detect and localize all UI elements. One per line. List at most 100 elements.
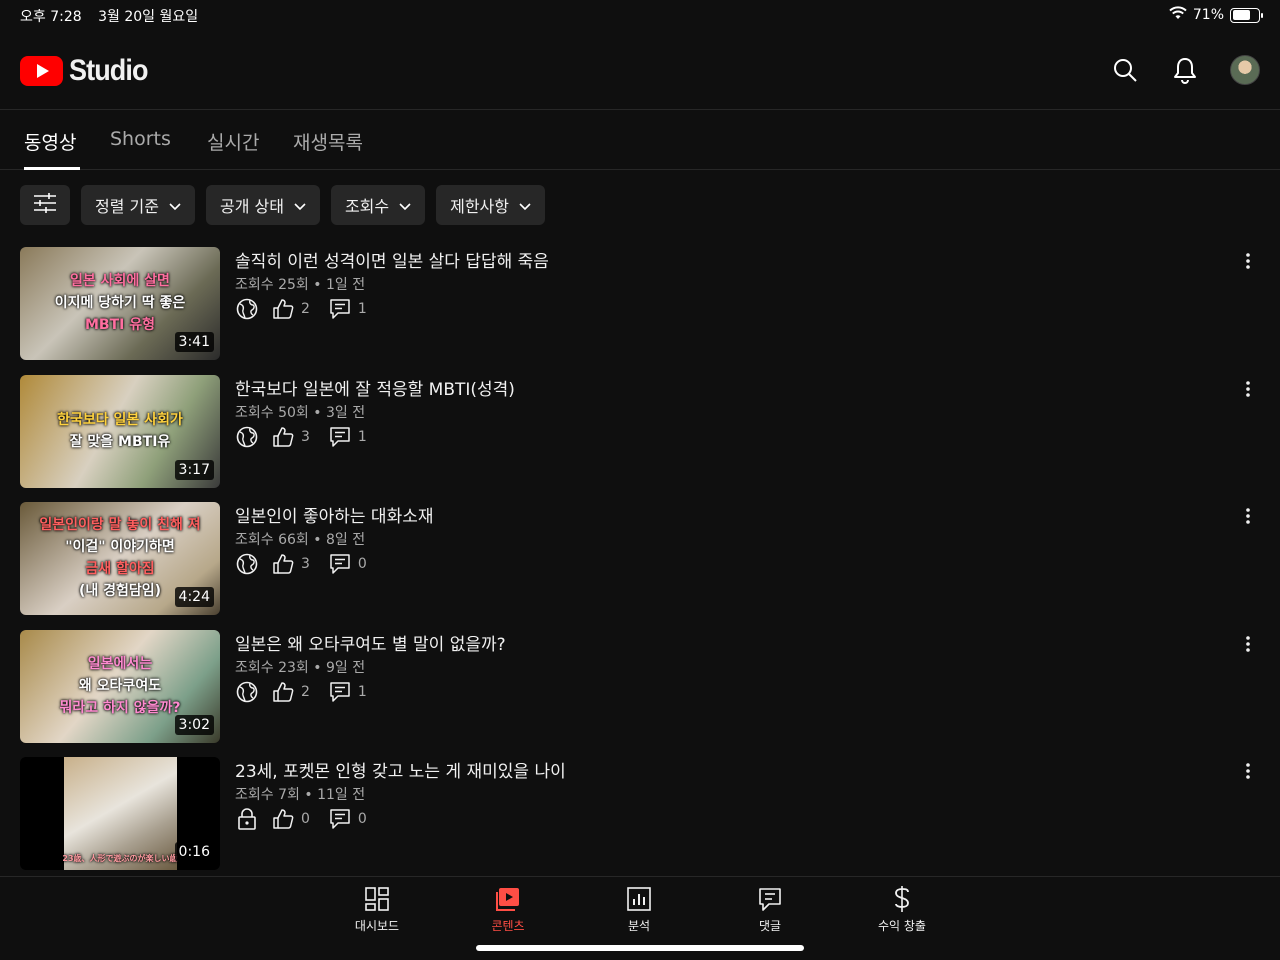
- video-thumbnail[interactable]: 일본에서는 왜 오타쿠여도 뭐라고 하지 않을까? 3:02: [20, 629, 220, 743]
- upload-age: 9일 전: [325, 659, 366, 676]
- more-options-icon[interactable]: [1236, 377, 1260, 401]
- video-row[interactable]: 한국보다 일본 사회가잘 맞을 MBTI유 3:17 한국보다 일본에 잘 적응할 …: [20, 374, 1260, 488]
- analytics-icon: [599, 885, 679, 913]
- chevron-down-icon: [294, 196, 306, 215]
- like-count: 3: [301, 556, 310, 572]
- status-time: 오후 7:28: [20, 9, 82, 25]
- more-options-icon[interactable]: [1236, 759, 1260, 783]
- video-title[interactable]: 23세, 포켓몬 인형 갖고 노는 게 재미있을 나이: [235, 757, 566, 782]
- thumbs-up-icon: [271, 680, 295, 704]
- comment-count: 0: [357, 811, 367, 827]
- chevron-down-icon: [519, 196, 531, 215]
- comments-icon: [730, 885, 810, 913]
- nav-label: 콘텐츠: [491, 919, 525, 933]
- video-thumbnail[interactable]: 일본인이랑 말 놓이 친해 져 "이걸" 이야기하면 금새 할아짐 (내 경험담임) 4…: [20, 502, 220, 615]
- view-count: 조회수 50회: [235, 404, 309, 421]
- video-title[interactable]: 한국보다 일본에 잘 적응할 MBTI(성격): [235, 375, 515, 400]
- thumbnail-caption: 잘 맞을 MBTI유: [69, 433, 171, 450]
- public-globe-icon[interactable]: [235, 297, 259, 321]
- video-row[interactable]: 일본 사회에 살면 이지메 당하기 딱 좋은 MBTI 유형 3:41 솔직히 이런 성…: [20, 247, 1260, 360]
- dashboard-icon: [337, 885, 417, 913]
- like-count: 2: [301, 301, 310, 317]
- public-globe-icon[interactable]: [235, 425, 259, 449]
- video-title[interactable]: 솔직히 이런 성격이면 일본 살다 답답해 죽음: [235, 247, 549, 272]
- video-stats: 21: [235, 680, 385, 704]
- search-icon[interactable]: [1109, 54, 1141, 86]
- duration-badge: 4:24: [174, 587, 214, 607]
- thumbs-up-icon: [271, 425, 295, 449]
- visibility-filter-chip[interactable]: 공개 상태: [205, 185, 320, 225]
- duration-badge: 0:16: [174, 842, 214, 862]
- video-thumbnail[interactable]: 일본 사회에 살면 이지메 당하기 딱 좋은 MBTI 유형 3:41: [20, 247, 220, 360]
- status-bar: 오후 7:28 3월 20일 월요일 71%: [0, 0, 1280, 30]
- chip-label: 정렬 기준: [95, 197, 159, 216]
- youtube-play-icon: [20, 56, 63, 86]
- content-icon: [468, 885, 548, 913]
- nav-label: 대시보드: [354, 919, 400, 933]
- sliders-icon: [32, 192, 58, 218]
- thumbnail-caption: 이지메 당하기 딱 좋은: [54, 295, 186, 311]
- restrictions-filter-chip[interactable]: 제한사항: [436, 185, 545, 225]
- public-globe-icon[interactable]: [235, 552, 259, 576]
- filter-settings-button[interactable]: [20, 185, 70, 225]
- nav-label: 분석: [627, 919, 651, 933]
- sort-filter-chip[interactable]: 정렬 기준: [81, 185, 195, 225]
- thumbnail-caption: 일본에서는: [87, 655, 153, 672]
- video-title[interactable]: 일본은 왜 오타쿠여도 별 말이 없을까?: [235, 630, 506, 655]
- nav-label: 수익 창출: [878, 919, 926, 933]
- video-row[interactable]: 일본인이랑 말 놓이 친해 져 "이걸" 이야기하면 금새 할아짐 (내 경험담임) 4…: [20, 502, 1260, 615]
- views-filter-chip[interactable]: 조회수: [330, 185, 426, 225]
- private-lock-icon[interactable]: [235, 807, 259, 831]
- video-row[interactable]: 23歳、人形で遊ぶのが楽しい歳 0:16 23세, 포켓몬 인형 갖고 노는 게 재…: [20, 757, 1260, 870]
- video-stats: 30: [235, 552, 385, 576]
- video-stats: 21: [235, 297, 385, 321]
- chevron-down-icon: [399, 196, 411, 215]
- notifications-bell-icon[interactable]: [1169, 54, 1201, 86]
- comment-count: 1: [357, 301, 367, 317]
- comment-icon: [328, 680, 352, 704]
- thumbs-up-icon: [271, 552, 295, 576]
- thumbnail-caption: 일본인이랑 말 놓이 친해 져: [39, 517, 201, 533]
- content-tabs: 동영상 Shorts 실시간 재생목록: [0, 110, 1280, 170]
- nav-content[interactable]: 콘텐츠: [468, 885, 548, 934]
- video-meta: 조회수 7회 • 11일 전: [235, 784, 365, 804]
- thumbnail-caption: 한국보다 일본 사회가: [57, 411, 183, 428]
- public-globe-icon[interactable]: [235, 680, 259, 704]
- nav-dashboard[interactable]: 대시보드: [337, 885, 417, 934]
- video-row[interactable]: 일본에서는 왜 오타쿠여도 뭐라고 하지 않을까? 3:02 일본은 왜 오타쿠여도 별…: [20, 629, 1260, 743]
- meta-separator: •: [299, 787, 318, 803]
- more-options-icon[interactable]: [1236, 504, 1260, 528]
- home-indicator[interactable]: [476, 945, 804, 951]
- duration-badge: 3:41: [174, 332, 214, 352]
- tab-videos[interactable]: 동영상: [24, 128, 80, 170]
- duration-badge: 3:17: [174, 459, 214, 480]
- avatar[interactable]: [1230, 55, 1260, 85]
- more-options-icon[interactable]: [1236, 632, 1260, 656]
- battery-percent: 71%: [1192, 7, 1224, 23]
- duration-badge: 3:02: [174, 714, 214, 735]
- video-title[interactable]: 일본인이 좋아하는 대화소재: [235, 502, 434, 527]
- more-options-icon[interactable]: [1236, 249, 1260, 273]
- tab-playlists[interactable]: 재생목록: [293, 128, 363, 170]
- app-header: Studio: [0, 30, 1280, 110]
- thumbnail-caption: "이걸" 이야기하면: [65, 539, 175, 555]
- video-stats: 00: [235, 807, 385, 831]
- tab-live[interactable]: 실시간: [207, 128, 259, 170]
- comment-icon: [328, 807, 352, 831]
- thumbs-up-icon: [271, 297, 295, 321]
- chip-label: 공개 상태: [219, 197, 284, 216]
- logo-text: Studio: [69, 54, 148, 87]
- nav-analytics[interactable]: 분석: [599, 885, 679, 934]
- like-count: 3: [301, 428, 310, 445]
- comment-count: 1: [357, 683, 367, 700]
- video-meta: 조회수 66회 • 8일 전: [235, 529, 365, 549]
- tab-shorts[interactable]: Shorts: [110, 128, 171, 170]
- video-thumbnail[interactable]: 한국보다 일본 사회가잘 맞을 MBTI유 3:17: [20, 374, 220, 488]
- nav-monetization[interactable]: 수익 창출: [862, 885, 942, 934]
- view-count: 조회수 66회: [235, 532, 309, 548]
- youtube-studio-logo[interactable]: Studio: [20, 54, 156, 88]
- video-thumbnail[interactable]: 23歳、人形で遊ぶのが楽しい歳 0:16: [20, 757, 220, 870]
- nav-comments[interactable]: 댓글: [730, 885, 810, 934]
- meta-separator: •: [308, 532, 326, 548]
- video-meta: 조회수 25회 • 1일 전: [235, 274, 365, 294]
